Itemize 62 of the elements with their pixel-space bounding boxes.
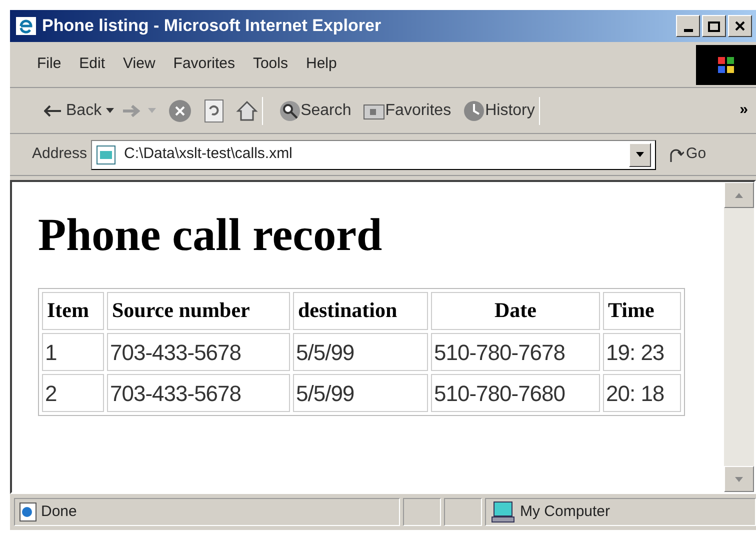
stop-icon[interactable]	[168, 98, 192, 122]
address-label: Address	[32, 144, 88, 164]
computer-icon	[490, 501, 516, 523]
status-panel	[444, 498, 482, 526]
back-arrow-icon	[44, 104, 62, 116]
refresh-icon[interactable]	[204, 98, 224, 122]
table-cell: 1	[42, 333, 104, 371]
search-button[interactable]: Search	[278, 98, 352, 122]
back-button[interactable]: Back	[40, 98, 106, 122]
more-chevron[interactable]: »	[740, 99, 748, 122]
address-value: C:\Data\xslt-test\calls.xml	[124, 144, 292, 164]
status-text: Done	[41, 502, 77, 522]
arrow-icon	[668, 146, 684, 162]
menu-item[interactable]: Edit	[70, 53, 114, 76]
table-cell: 5/5/99	[293, 333, 428, 371]
scroll-up-button[interactable]	[724, 182, 754, 208]
dropdown-arrow-icon	[636, 152, 644, 157]
table-cell: 19: 23	[603, 333, 681, 371]
dropdown-button[interactable]	[629, 142, 652, 166]
table-cell: 703-433-5678	[107, 333, 290, 371]
column-header: Item	[42, 292, 104, 330]
xml-file-icon	[96, 144, 116, 164]
window-title: Phone listing - Microsoft Internet Explorer	[42, 15, 382, 38]
minimize-button[interactable]	[676, 15, 700, 37]
maximize-button[interactable]	[702, 15, 726, 37]
status-panel	[403, 498, 441, 526]
browser-logo-icon	[14, 15, 38, 37]
menu-item[interactable]: View	[114, 53, 164, 76]
history-button[interactable]: History	[463, 98, 535, 122]
close-icon	[735, 21, 745, 31]
dropdown-arrow-icon[interactable]	[106, 108, 114, 113]
menu-item[interactable]: Help	[297, 53, 346, 76]
column-header: destination	[293, 292, 428, 330]
maximize-icon	[708, 20, 720, 32]
table-cell: 703-433-5678	[107, 374, 290, 412]
scrollbar[interactable]	[724, 182, 754, 492]
home-icon[interactable]	[236, 100, 258, 122]
zone-text: My Computer	[520, 502, 610, 522]
menu-item[interactable]: Tools	[244, 53, 297, 76]
down-arrow-icon	[735, 476, 743, 482]
table-cell: 510-780-7680	[431, 374, 600, 412]
scroll-down-button[interactable]	[724, 466, 754, 492]
column-header: Time	[603, 292, 681, 330]
table-cell: 5/5/99	[293, 374, 428, 412]
column-header: Source number	[107, 292, 290, 330]
menu-item[interactable]: Favorites	[164, 53, 244, 76]
page-heading: Phone call record	[38, 212, 384, 258]
menu-item[interactable]: File	[28, 53, 70, 76]
up-arrow-icon	[735, 192, 743, 198]
page-icon	[19, 502, 37, 522]
table-cell: 20: 18	[603, 374, 681, 412]
table-cell: 510-780-7678	[431, 333, 600, 371]
history-icon	[463, 100, 486, 122]
flag-icon	[718, 56, 734, 72]
minimize-icon	[684, 29, 692, 32]
close-button[interactable]	[728, 15, 752, 37]
column-header: Date	[431, 292, 600, 330]
search-icon	[278, 100, 301, 122]
go-button[interactable]: Go	[668, 143, 706, 166]
table-cell: 2	[42, 374, 104, 412]
address-field[interactable]: C:\Data\xslt-test\calls.xml	[91, 140, 656, 170]
favorites-button[interactable]: Favorites	[363, 98, 452, 122]
